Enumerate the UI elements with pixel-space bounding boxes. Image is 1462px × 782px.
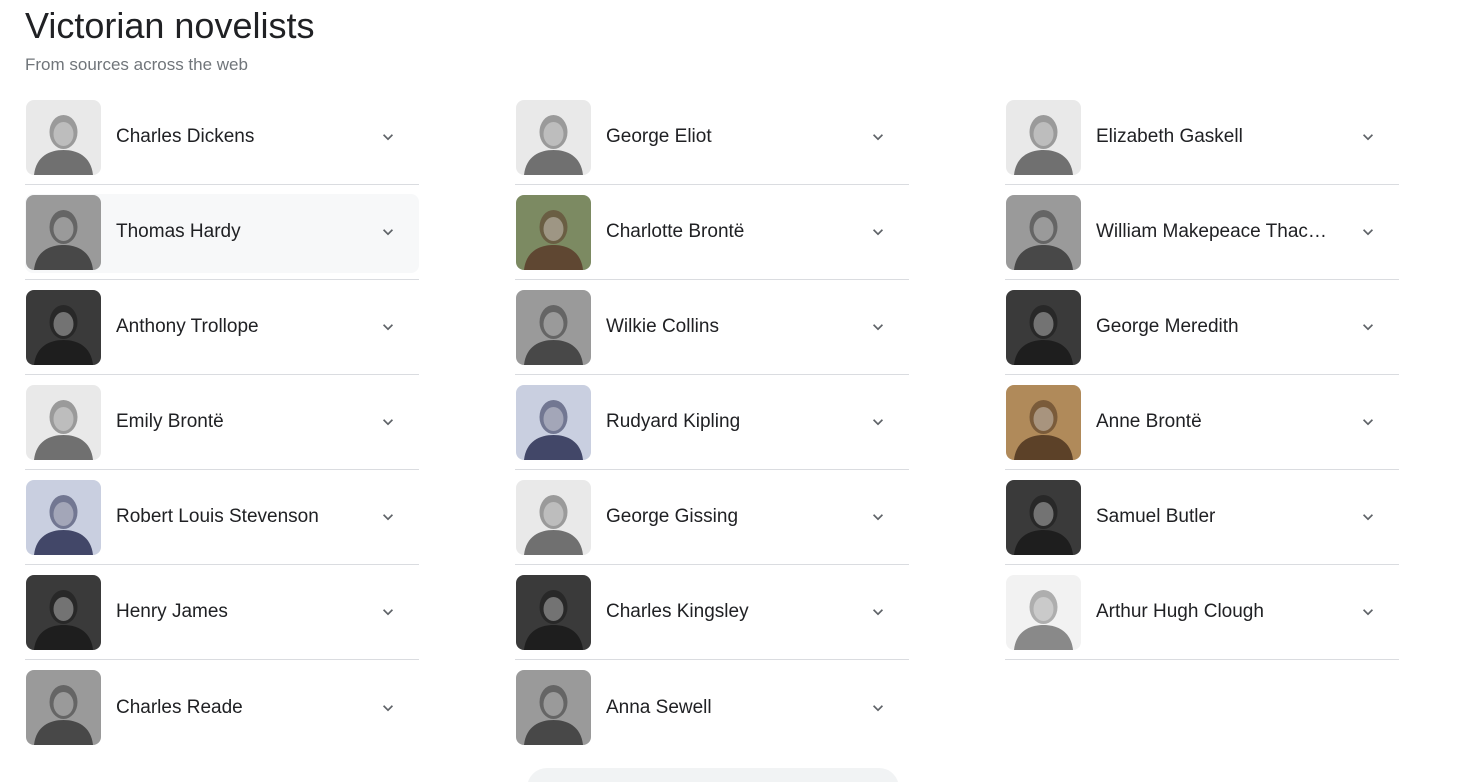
novelist-name: Robert Louis Stevenson xyxy=(116,506,319,527)
chevron-down-icon[interactable] xyxy=(1358,317,1378,337)
list-item[interactable]: Arthur Hugh Clough xyxy=(1005,565,1399,660)
list-item[interactable]: Anna Sewell xyxy=(515,660,909,755)
novelist-name: Wilkie Collins xyxy=(606,316,719,337)
chevron-down-icon[interactable] xyxy=(378,127,398,147)
novelist-name: Charles Dickens xyxy=(116,126,255,147)
list-item[interactable]: Robert Louis Stevenson xyxy=(25,470,419,565)
portrait-thumbnail xyxy=(26,194,101,270)
portrait-thumbnail xyxy=(26,99,101,175)
chevron-down-icon[interactable] xyxy=(868,507,888,527)
chevron-down-icon[interactable] xyxy=(868,127,888,147)
portrait-thumbnail xyxy=(26,574,101,650)
more-results-button[interactable] xyxy=(527,768,899,782)
novelist-name: Charles Reade xyxy=(116,696,243,718)
novelist-name: Charles Kingsley xyxy=(606,601,749,622)
portrait-thumbnail xyxy=(516,574,591,650)
novelist-name: Anthony Trollope xyxy=(116,316,259,337)
column-1: Charles Dickens Thomas Hardy Anthony Troll… xyxy=(25,90,419,755)
novelist-name: Anne Brontë xyxy=(1096,411,1202,432)
chevron-down-icon[interactable] xyxy=(868,412,888,432)
novelist-name: Samuel Butler xyxy=(1096,506,1216,527)
portrait-thumbnail xyxy=(516,99,591,175)
chevron-down-icon[interactable] xyxy=(378,317,398,337)
portrait-thumbnail xyxy=(26,670,101,745)
column-3: Elizabeth Gaskell William Makepeace Thack… xyxy=(1005,90,1399,755)
page-subtitle: From sources across the web xyxy=(25,55,248,74)
panel-header: Victorian novelists From sources across … xyxy=(25,4,314,76)
novelist-name: William Makepeace Thackeray xyxy=(1096,221,1328,242)
novelist-name: George Eliot xyxy=(606,126,712,147)
novelist-name: Elizabeth Gaskell xyxy=(1096,126,1243,147)
list-item[interactable]: Charles Reade xyxy=(25,660,419,755)
portrait-thumbnail xyxy=(1006,479,1081,555)
portrait-thumbnail xyxy=(1006,99,1081,175)
novelist-name: Thomas Hardy xyxy=(116,221,241,242)
list-item[interactable]: George Meredith xyxy=(1005,280,1399,375)
portrait-thumbnail xyxy=(1006,384,1081,460)
chevron-down-icon[interactable] xyxy=(1358,412,1378,432)
list-item[interactable]: William Makepeace Thackeray xyxy=(1005,185,1399,280)
novelist-name: George Gissing xyxy=(606,506,739,527)
portrait-thumbnail xyxy=(1006,574,1081,650)
novelist-name: Charlotte Brontë xyxy=(606,221,745,242)
list-item[interactable]: Samuel Butler xyxy=(1005,470,1399,565)
list-item[interactable]: Anthony Trollope xyxy=(25,280,419,375)
novelist-name: Rudyard Kipling xyxy=(606,411,741,432)
portrait-thumbnail xyxy=(1006,194,1081,270)
column-2: George Eliot Charlotte Brontë Wilkie Colli… xyxy=(515,90,909,755)
portrait-thumbnail xyxy=(26,479,101,555)
portrait-thumbnail xyxy=(516,289,591,365)
chevron-down-icon[interactable] xyxy=(868,222,888,242)
list-item[interactable]: George Eliot xyxy=(515,90,909,185)
chevron-down-icon[interactable] xyxy=(868,602,888,622)
knowledge-panel: Victorian novelists From sources across … xyxy=(0,0,1462,782)
list-item[interactable]: Anne Brontë xyxy=(1005,375,1399,470)
chevron-down-icon[interactable] xyxy=(868,698,888,718)
list-item[interactable]: Emily Brontë xyxy=(25,375,419,470)
portrait-thumbnail xyxy=(26,384,101,460)
list-item[interactable]: Rudyard Kipling xyxy=(515,375,909,470)
chevron-down-icon[interactable] xyxy=(1358,222,1378,242)
portrait-thumbnail xyxy=(516,479,591,555)
chevron-down-icon[interactable] xyxy=(378,602,398,622)
list-item[interactable]: Elizabeth Gaskell xyxy=(1005,90,1399,185)
list-item[interactable]: Henry James xyxy=(25,565,419,660)
list-item[interactable]: Charles Kingsley xyxy=(515,565,909,660)
novelist-name: Henry James xyxy=(116,601,228,622)
portrait-thumbnail xyxy=(516,670,591,745)
portrait-thumbnail xyxy=(1006,289,1081,365)
list-item[interactable]: George Gissing xyxy=(515,470,909,565)
novelist-name: Arthur Hugh Clough xyxy=(1096,601,1264,622)
novelist-name: Anna Sewell xyxy=(606,696,712,718)
novelists-grid: Charles Dickens Thomas Hardy Anthony Troll… xyxy=(25,90,1399,755)
chevron-down-icon[interactable] xyxy=(1358,602,1378,622)
chevron-down-icon[interactable] xyxy=(1358,127,1378,147)
page-title: Victorian novelists xyxy=(25,5,315,46)
novelist-name: Emily Brontë xyxy=(116,411,224,432)
chevron-down-icon[interactable] xyxy=(378,698,398,718)
chevron-down-icon[interactable] xyxy=(1358,507,1378,527)
list-item[interactable]: Wilkie Collins xyxy=(515,280,909,375)
list-item[interactable]: Charlotte Brontë xyxy=(515,185,909,280)
chevron-down-icon[interactable] xyxy=(868,317,888,337)
chevron-down-icon[interactable] xyxy=(378,507,398,527)
novelist-name: George Meredith xyxy=(1096,316,1239,337)
portrait-thumbnail xyxy=(516,194,591,270)
portrait-thumbnail xyxy=(26,289,101,365)
chevron-down-icon[interactable] xyxy=(378,412,398,432)
list-item[interactable]: Charles Dickens xyxy=(25,90,419,185)
list-item[interactable]: Thomas Hardy xyxy=(25,185,419,280)
chevron-down-icon[interactable] xyxy=(378,222,398,242)
portrait-thumbnail xyxy=(516,384,591,460)
